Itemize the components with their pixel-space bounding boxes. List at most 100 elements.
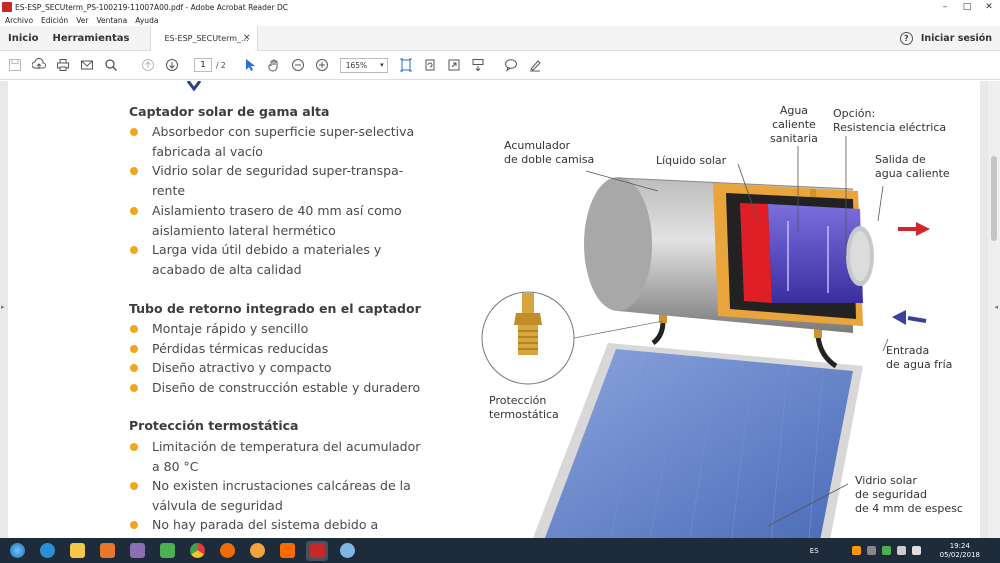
toolbar: 1 / 2 165% (0, 51, 1000, 80)
volume-icon[interactable] (911, 546, 921, 555)
label-line: de 4 mm de espesc (855, 502, 963, 515)
page-number-input[interactable]: 1 (194, 58, 212, 72)
bullet-line: Larga vida útil debido a materiales y (152, 242, 382, 257)
zoom-out-icon[interactable] (291, 58, 305, 72)
media-player-icon[interactable] (96, 541, 118, 561)
list-item: Absorbedor con superficie super-selectiv… (129, 122, 429, 161)
cold-water-arrowhead (892, 310, 906, 325)
label-line: Opción: (833, 107, 876, 120)
label-line: sanitaria (770, 132, 818, 145)
email-icon[interactable] (80, 58, 94, 72)
tab-document-label: ES-ESP_SECUterm_... (164, 33, 249, 43)
tray-app-icon[interactable] (866, 546, 876, 555)
page-up-icon[interactable] (141, 58, 155, 72)
rotate-page-icon[interactable] (423, 58, 437, 72)
header-fragment (186, 81, 202, 91)
print-icon[interactable] (56, 58, 70, 72)
list-item: Pérdidas térmicas reducidas (129, 339, 429, 359)
menu-edicion[interactable]: Edición (41, 16, 68, 25)
full-screen-icon[interactable] (447, 58, 461, 72)
right-panel-arrow-icon[interactable]: ◂ (994, 303, 998, 311)
label-salida: Salida de agua caliente (875, 153, 950, 181)
menu-archivo[interactable]: Archivo (5, 16, 33, 25)
bullet-line: Vidrio solar de seguridad super-transpa- (152, 163, 404, 178)
comment-icon[interactable] (504, 58, 518, 72)
mi-app-icon[interactable] (276, 541, 298, 561)
left-panel-arrow-icon[interactable]: ▸ (1, 303, 5, 311)
bullet-line: válvula de seguridad (152, 497, 283, 513)
bullet-line: Aislamiento trasero de 40 mm así como (152, 203, 402, 218)
bullet-dot (130, 384, 138, 392)
menu-ayuda[interactable]: Ayuda (135, 16, 158, 25)
label-line: agua caliente (875, 167, 950, 180)
language-indicator[interactable]: ES (810, 547, 819, 555)
scrollbar-thumb[interactable] (991, 156, 997, 241)
bullet-dot (130, 167, 138, 175)
label-opcion: Opción: Resistencia eléctrica (833, 107, 946, 135)
save-icon[interactable] (8, 58, 22, 72)
system-tray: ES 19:24 05/02/2018 (810, 542, 1000, 560)
bullet-line: a 80 °C (152, 458, 199, 474)
tab-bar: Inicio Herramientas ES-ESP_SECUterm_... … (0, 25, 1000, 51)
menu-ver[interactable]: Ver (76, 16, 88, 25)
settings-app-icon[interactable] (246, 541, 268, 561)
bullet-line: Absorbedor con superficie super-selectiv… (152, 124, 415, 139)
window-title: ES-ESP_SECUterm_PS-100219-11007A00.pdf -… (15, 2, 289, 12)
title-bar: ES-ESP_SECUterm_PS-100219-11007A00.pdf -… (0, 0, 1000, 14)
document-area[interactable]: ▸ Captador solar de gama alta Absorbedor… (0, 81, 1000, 538)
pinwheel-app-icon[interactable] (156, 541, 178, 561)
tab-document[interactable]: ES-ESP_SECUterm_... × (149, 25, 258, 51)
acrobat-taskbar-icon[interactable] (306, 540, 328, 561)
list-item: No hay parada del sistema debido a (129, 515, 429, 535)
paint-icon[interactable] (336, 541, 358, 561)
tab-inicio[interactable]: Inicio (8, 33, 39, 44)
tray-app-icon[interactable] (881, 546, 891, 555)
pipe-right (815, 335, 838, 369)
scroll-mode-icon[interactable] (471, 58, 485, 72)
clock[interactable]: 19:24 05/02/2018 (940, 542, 980, 560)
bullet-line: Montaje rápido y sencillo (152, 321, 309, 336)
list-item: No existen incrustaciones calcáreas de l… (129, 476, 429, 515)
page-down-icon[interactable] (165, 58, 179, 72)
firefox-icon[interactable] (216, 541, 238, 561)
network-icon[interactable] (896, 546, 906, 555)
bullet-line: aislamiento lateral hermético (152, 222, 336, 238)
bullet-line: Limitación de temperatura del acumulador (152, 439, 421, 454)
maximize-button[interactable]: □ (956, 0, 978, 14)
hand-tool-icon[interactable] (267, 58, 281, 72)
list-item: Larga vida útil debido a materiales y aca… (129, 240, 429, 279)
label-entrada: Entrada de agua fría (886, 344, 952, 372)
clock-date: 05/02/2018 (939, 550, 980, 559)
fit-page-icon[interactable] (399, 58, 413, 72)
select-cursor-icon[interactable] (243, 58, 257, 72)
search-icon[interactable] (104, 58, 118, 72)
bullet-dot (130, 207, 138, 215)
tab-herramientas[interactable]: Herramientas (53, 33, 130, 44)
menu-ventana[interactable]: Ventana (96, 16, 127, 25)
zoom-select[interactable]: 165% (339, 57, 388, 73)
upload-icon[interactable] (32, 58, 46, 72)
start-button-icon[interactable] (6, 541, 28, 561)
label-line: Vidrio solar (855, 474, 917, 487)
file-explorer-icon[interactable] (66, 541, 88, 561)
bullet-dot (130, 443, 138, 451)
highlight-pen-icon[interactable] (528, 58, 542, 72)
zoom-in-icon[interactable] (315, 58, 329, 72)
close-button[interactable]: ✕ (978, 0, 1000, 14)
label-line: de agua fría (886, 358, 953, 371)
ie-icon[interactable] (36, 541, 58, 561)
minimize-button[interactable]: – (934, 0, 956, 14)
chrome-icon[interactable] (186, 541, 208, 561)
bullet-dot (130, 364, 138, 372)
tools-app-icon[interactable] (126, 541, 148, 561)
section-title-tubo: Tubo de retorno integrado en el captador (129, 301, 421, 316)
pipe-left (651, 320, 666, 346)
tray-app-icon[interactable] (851, 546, 861, 555)
close-tab-icon[interactable]: × (243, 33, 251, 43)
label-vidrio: Vidrio solar de seguridad de 4 mm de esp… (855, 474, 963, 516)
label-line: de seguridad (855, 488, 927, 501)
storage-tank (584, 177, 874, 333)
help-icon[interactable]: ? (899, 31, 913, 45)
label-acumulador: Acumulador de doble camisa (504, 139, 594, 167)
signin-link[interactable]: Iniciar sesión (921, 33, 992, 44)
